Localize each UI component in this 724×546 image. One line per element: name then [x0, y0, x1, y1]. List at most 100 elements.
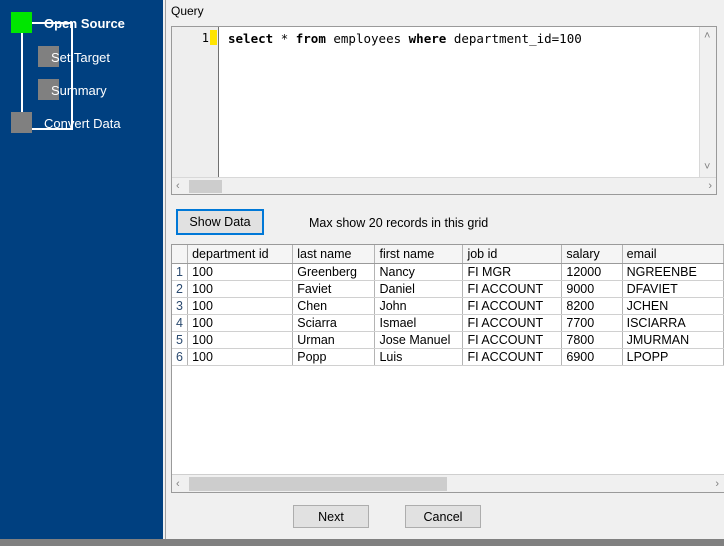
table-header-row: department id last name first name job i…	[172, 245, 724, 264]
sql-code-area[interactable]: select * from employees where department…	[220, 27, 699, 177]
sidebar-step-label-summary[interactable]: Summary	[51, 83, 107, 98]
cell-first-name[interactable]: John	[374, 297, 464, 315]
cell-email[interactable]: DFAVIET	[622, 280, 724, 298]
cell-email[interactable]: ISCIARRA	[622, 314, 724, 332]
table-row[interactable]: 5 100 Urman Jose Manuel FI ACCOUNT 7800 JMURMA…	[172, 331, 724, 349]
sql-text: department_id=100	[446, 31, 582, 46]
cell-job-id[interactable]: FI ACCOUNT	[462, 297, 563, 315]
sql-statement-text: select * from employees where department…	[228, 31, 582, 46]
next-button[interactable]: Next	[293, 505, 369, 528]
cell-last-name[interactable]: Chen	[292, 297, 376, 315]
sql-text: employees	[325, 31, 409, 46]
table-row[interactable]: 3 100 Chen John FI ACCOUNT 8200 JCHEN	[172, 297, 724, 315]
cell-job-id[interactable]: FI ACCOUNT	[462, 348, 563, 366]
cell-department-id[interactable]: 100	[187, 348, 294, 366]
grid-horizontal-scrollbar[interactable]: ‹ ›	[172, 474, 724, 492]
cell-email[interactable]: LPOPP	[622, 348, 724, 366]
cell-last-name[interactable]: Urman	[292, 331, 376, 349]
cell-job-id[interactable]: FI ACCOUNT	[462, 280, 563, 298]
editor-vertical-scrollbar[interactable]: ˄ ˅	[699, 27, 716, 177]
row-number-cell[interactable]: 3	[172, 297, 189, 315]
cell-salary[interactable]: 6900	[561, 348, 623, 366]
show-data-button[interactable]: Show Data	[176, 209, 264, 235]
dialog-footer: Next Cancel	[166, 497, 724, 539]
cell-first-name[interactable]: Daniel	[374, 280, 464, 298]
table-row[interactable]: 2 100 Faviet Daniel FI ACCOUNT 9000 DFAVIET	[172, 280, 724, 298]
row-number-cell[interactable]: 5	[172, 331, 189, 349]
cell-first-name[interactable]: Luis	[374, 348, 464, 366]
cell-job-id[interactable]: FI MGR	[462, 263, 563, 281]
content-pane: Query 1 select * from employees where de…	[165, 0, 724, 539]
sql-keyword: where	[408, 31, 447, 46]
result-table: department id last name first name job i…	[172, 245, 724, 366]
column-header-last-name[interactable]: last name	[292, 245, 376, 264]
cell-salary[interactable]: 12000	[561, 263, 623, 281]
cancel-button[interactable]: Cancel	[405, 505, 481, 528]
editor-line-number: 1	[201, 31, 209, 45]
table-row[interactable]: 6 100 Popp Luis FI ACCOUNT 6900 LPOPP	[172, 348, 724, 366]
grid-scroll-area: department id last name first name job i…	[172, 245, 724, 474]
cell-email[interactable]: JMURMAN	[622, 331, 724, 349]
cell-department-id[interactable]: 100	[187, 297, 294, 315]
cell-email[interactable]: NGREENBE	[622, 263, 724, 281]
editor-horizontal-scrollbar[interactable]: ‹ ›	[172, 177, 716, 194]
row-number-cell[interactable]: 1	[172, 263, 189, 281]
sql-editor[interactable]: 1 select * from employees where departme…	[171, 26, 717, 195]
cell-department-id[interactable]: 100	[187, 331, 294, 349]
cell-department-id[interactable]: 100	[187, 263, 294, 281]
sidebar-step-label-open-source[interactable]: Open Source	[44, 16, 125, 31]
row-number-header	[172, 245, 189, 264]
cell-last-name[interactable]: Greenberg	[292, 263, 376, 281]
chevron-left-icon[interactable]: ‹	[176, 181, 180, 192]
cell-email[interactable]: JCHEN	[622, 297, 724, 315]
sql-keyword: from	[295, 31, 326, 46]
window-bottom-chrome	[0, 539, 724, 546]
column-header-email[interactable]: email	[622, 245, 724, 264]
cell-first-name[interactable]: Ismael	[374, 314, 464, 332]
cell-first-name[interactable]: Nancy	[374, 263, 464, 281]
cell-job-id[interactable]: FI ACCOUNT	[462, 314, 563, 332]
result-table-body: 1 100 Greenberg Nancy FI MGR 12000 NGREENBE 2 10…	[172, 263, 724, 366]
wizard-step-sidebar: Open Source Set Target Summary Convert D…	[0, 0, 163, 539]
cell-salary[interactable]: 7700	[561, 314, 623, 332]
row-number-cell[interactable]: 6	[172, 348, 189, 366]
sidebar-step-icon-convert-data[interactable]	[11, 112, 32, 133]
table-row[interactable]: 1 100 Greenberg Nancy FI MGR 12000 NGREENBE	[172, 263, 724, 281]
result-data-grid[interactable]: department id last name first name job i…	[171, 244, 724, 493]
column-header-department-id[interactable]: department id	[187, 245, 294, 264]
chevron-right-icon[interactable]: ›	[715, 479, 719, 490]
column-header-job-id[interactable]: job id	[462, 245, 563, 264]
result-table-head: department id last name first name job i…	[172, 245, 724, 264]
cell-last-name[interactable]: Popp	[292, 348, 376, 366]
cell-salary[interactable]: 9000	[561, 280, 623, 298]
cell-department-id[interactable]: 100	[187, 314, 294, 332]
sidebar-step-icon-open-source[interactable]	[11, 12, 32, 33]
cell-salary[interactable]: 8200	[561, 297, 623, 315]
max-records-note: Max show 20 records in this grid	[309, 216, 489, 230]
editor-current-line-marker-icon	[210, 30, 217, 45]
query-section-label: Query	[171, 4, 204, 18]
cell-first-name[interactable]: Jose Manuel	[374, 331, 464, 349]
editor-hscroll-thumb[interactable]	[189, 180, 222, 193]
cell-job-id[interactable]: FI ACCOUNT	[462, 331, 563, 349]
sidebar-step-label-set-target[interactable]: Set Target	[51, 50, 110, 65]
grid-hscroll-thumb[interactable]	[189, 477, 447, 491]
chevron-down-icon[interactable]: ˅	[704, 162, 710, 173]
row-number-cell[interactable]: 2	[172, 280, 189, 298]
cell-salary[interactable]: 7800	[561, 331, 623, 349]
cell-last-name[interactable]: Faviet	[292, 280, 376, 298]
chevron-right-icon[interactable]: ›	[708, 181, 712, 192]
cell-department-id[interactable]: 100	[187, 280, 294, 298]
editor-line-number-gutter: 1	[172, 27, 219, 194]
chevron-left-icon[interactable]: ‹	[176, 479, 180, 490]
sidebar-step-label-convert-data[interactable]: Convert Data	[44, 116, 121, 131]
chevron-up-icon[interactable]: ˄	[704, 31, 710, 42]
table-row[interactable]: 4 100 Sciarra Ismael FI ACCOUNT 7700 ISCIARRA	[172, 314, 724, 332]
cell-last-name[interactable]: Sciarra	[292, 314, 376, 332]
column-header-first-name[interactable]: first name	[374, 245, 464, 264]
column-header-salary[interactable]: salary	[561, 245, 623, 264]
row-number-cell[interactable]: 4	[172, 314, 189, 332]
nav-connector-spine	[71, 22, 73, 130]
